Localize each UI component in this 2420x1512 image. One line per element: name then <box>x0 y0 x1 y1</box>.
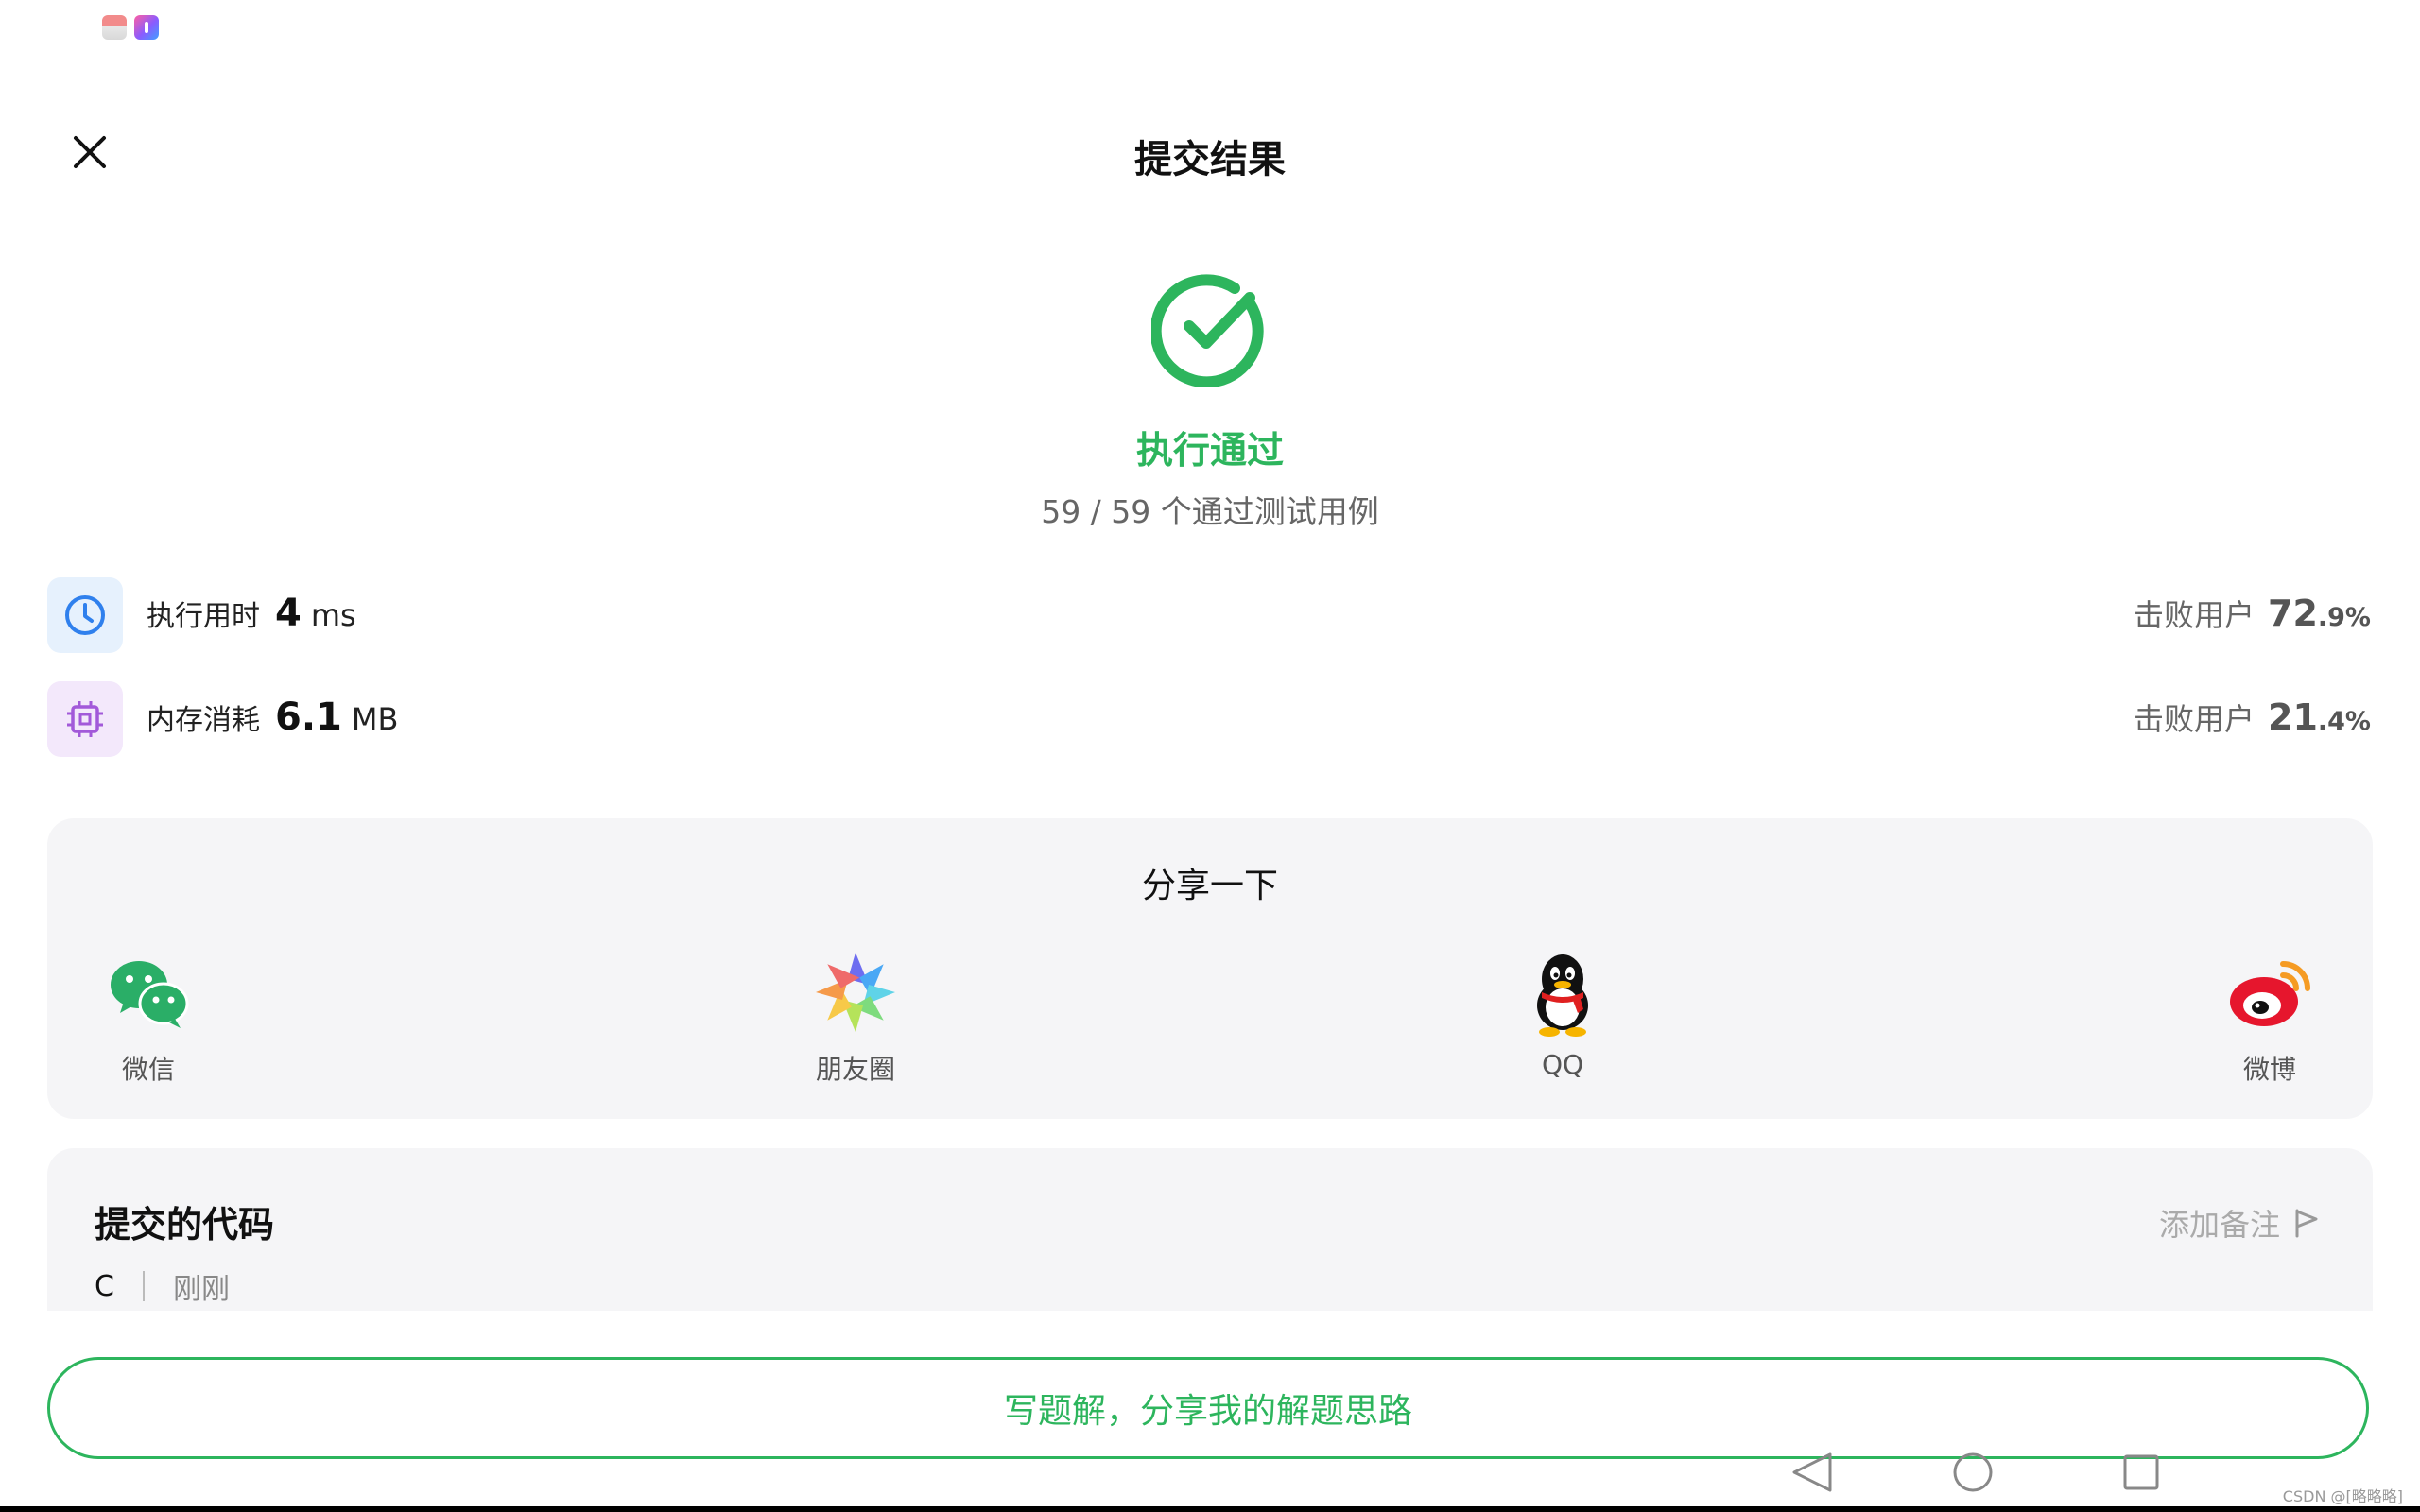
result-detail: 59 / 59 个通过测试用例 <box>1041 493 1379 530</box>
share-weibo[interactable]: 微博 <box>2194 947 2345 1087</box>
memory-beat-percentage: 击败用户 21 .4% <box>2134 696 2371 739</box>
memory-beat-pct-dec: .4% <box>2317 707 2371 736</box>
memory-beat-label: 击败用户 <box>2133 701 2255 737</box>
moments-icon <box>816 953 895 1032</box>
memory-metric-label: 内存消耗 <box>147 704 260 737</box>
share-wechat-label: 微信 <box>121 1054 175 1085</box>
memory-metric: 内存消耗 6.1 MB <box>147 696 398 739</box>
status-bar-icons <box>102 15 159 40</box>
share-card: 分享一下 微信 朋友圈 QQ 微博 <box>47 818 2373 1119</box>
meta-divider <box>142 1271 145 1301</box>
result-status: 执行通过 <box>1135 430 1284 472</box>
share-wechat[interactable]: 微信 <box>73 947 224 1087</box>
memory-metric-icon-box <box>47 681 123 757</box>
notification-info-icon <box>134 15 159 40</box>
time-beat-pct-int: 72 <box>2268 593 2318 634</box>
qq-icon <box>1537 954 1588 1037</box>
memory-metric-value: 6.1 <box>275 696 342 739</box>
submitted-code-card[interactable]: 提交的代码 添加备注 C 刚刚 <box>47 1148 2373 1311</box>
share-qq-label: QQ <box>1541 1049 1584 1080</box>
memory-metric-unit: MB <box>351 701 399 737</box>
time-beat-label: 击败用户 <box>2133 597 2255 633</box>
recent-square-icon <box>2123 1454 2159 1490</box>
add-note-label: 添加备注 <box>2158 1207 2280 1243</box>
share-moments-label: 朋友圈 <box>815 1054 895 1085</box>
add-note-button[interactable]: 添加备注 <box>2159 1201 2320 1245</box>
notification-app-icon <box>102 15 127 40</box>
write-solution-button[interactable]: 写题解，分享我的解题思路 <box>47 1357 2369 1459</box>
time-metric-icon-box <box>47 577 123 653</box>
share-moments[interactable]: 朋友圈 <box>780 947 931 1087</box>
share-qq[interactable]: QQ <box>1487 947 1638 1080</box>
time-metric-label: 执行用时 <box>147 600 260 633</box>
nav-back-button[interactable] <box>1787 1451 1838 1494</box>
screen-bottom-edge <box>0 1506 2420 1512</box>
page-title: 提交结果 <box>1134 138 1286 181</box>
flag-icon <box>2295 1209 2318 1238</box>
submitted-code-title: 提交的代码 <box>95 1204 275 1246</box>
memory-beat-pct-int: 21 <box>2268 696 2318 738</box>
time-metric-value: 4 <box>275 592 302 635</box>
weibo-icon <box>2230 961 2310 1026</box>
time-metric-unit: ms <box>310 597 356 633</box>
nav-home-button[interactable] <box>1951 1451 1995 1494</box>
time-metric: 执行用时 4 ms <box>147 592 356 635</box>
back-triangle-icon <box>1792 1452 1832 1492</box>
nav-recent-apps-button[interactable] <box>2121 1452 2161 1492</box>
watermark: CSDN @[略略略] <box>2282 1487 2403 1505</box>
chip-icon <box>67 701 103 737</box>
time-beat-pct-dec: .9% <box>2317 603 2371 632</box>
share-weibo-label: 微博 <box>2242 1054 2296 1085</box>
success-check-icon <box>1150 269 1269 388</box>
clock-icon <box>65 595 105 635</box>
code-language: C <box>95 1269 114 1303</box>
time-beat-percentage: 击败用户 72 .9% <box>2134 592 2371 635</box>
wechat-icon <box>111 961 189 1028</box>
home-circle-icon <box>1953 1452 1993 1492</box>
share-title: 分享一下 <box>1141 867 1278 905</box>
code-meta: C 刚刚 <box>95 1265 230 1307</box>
code-submit-time: 刚刚 <box>172 1273 230 1306</box>
